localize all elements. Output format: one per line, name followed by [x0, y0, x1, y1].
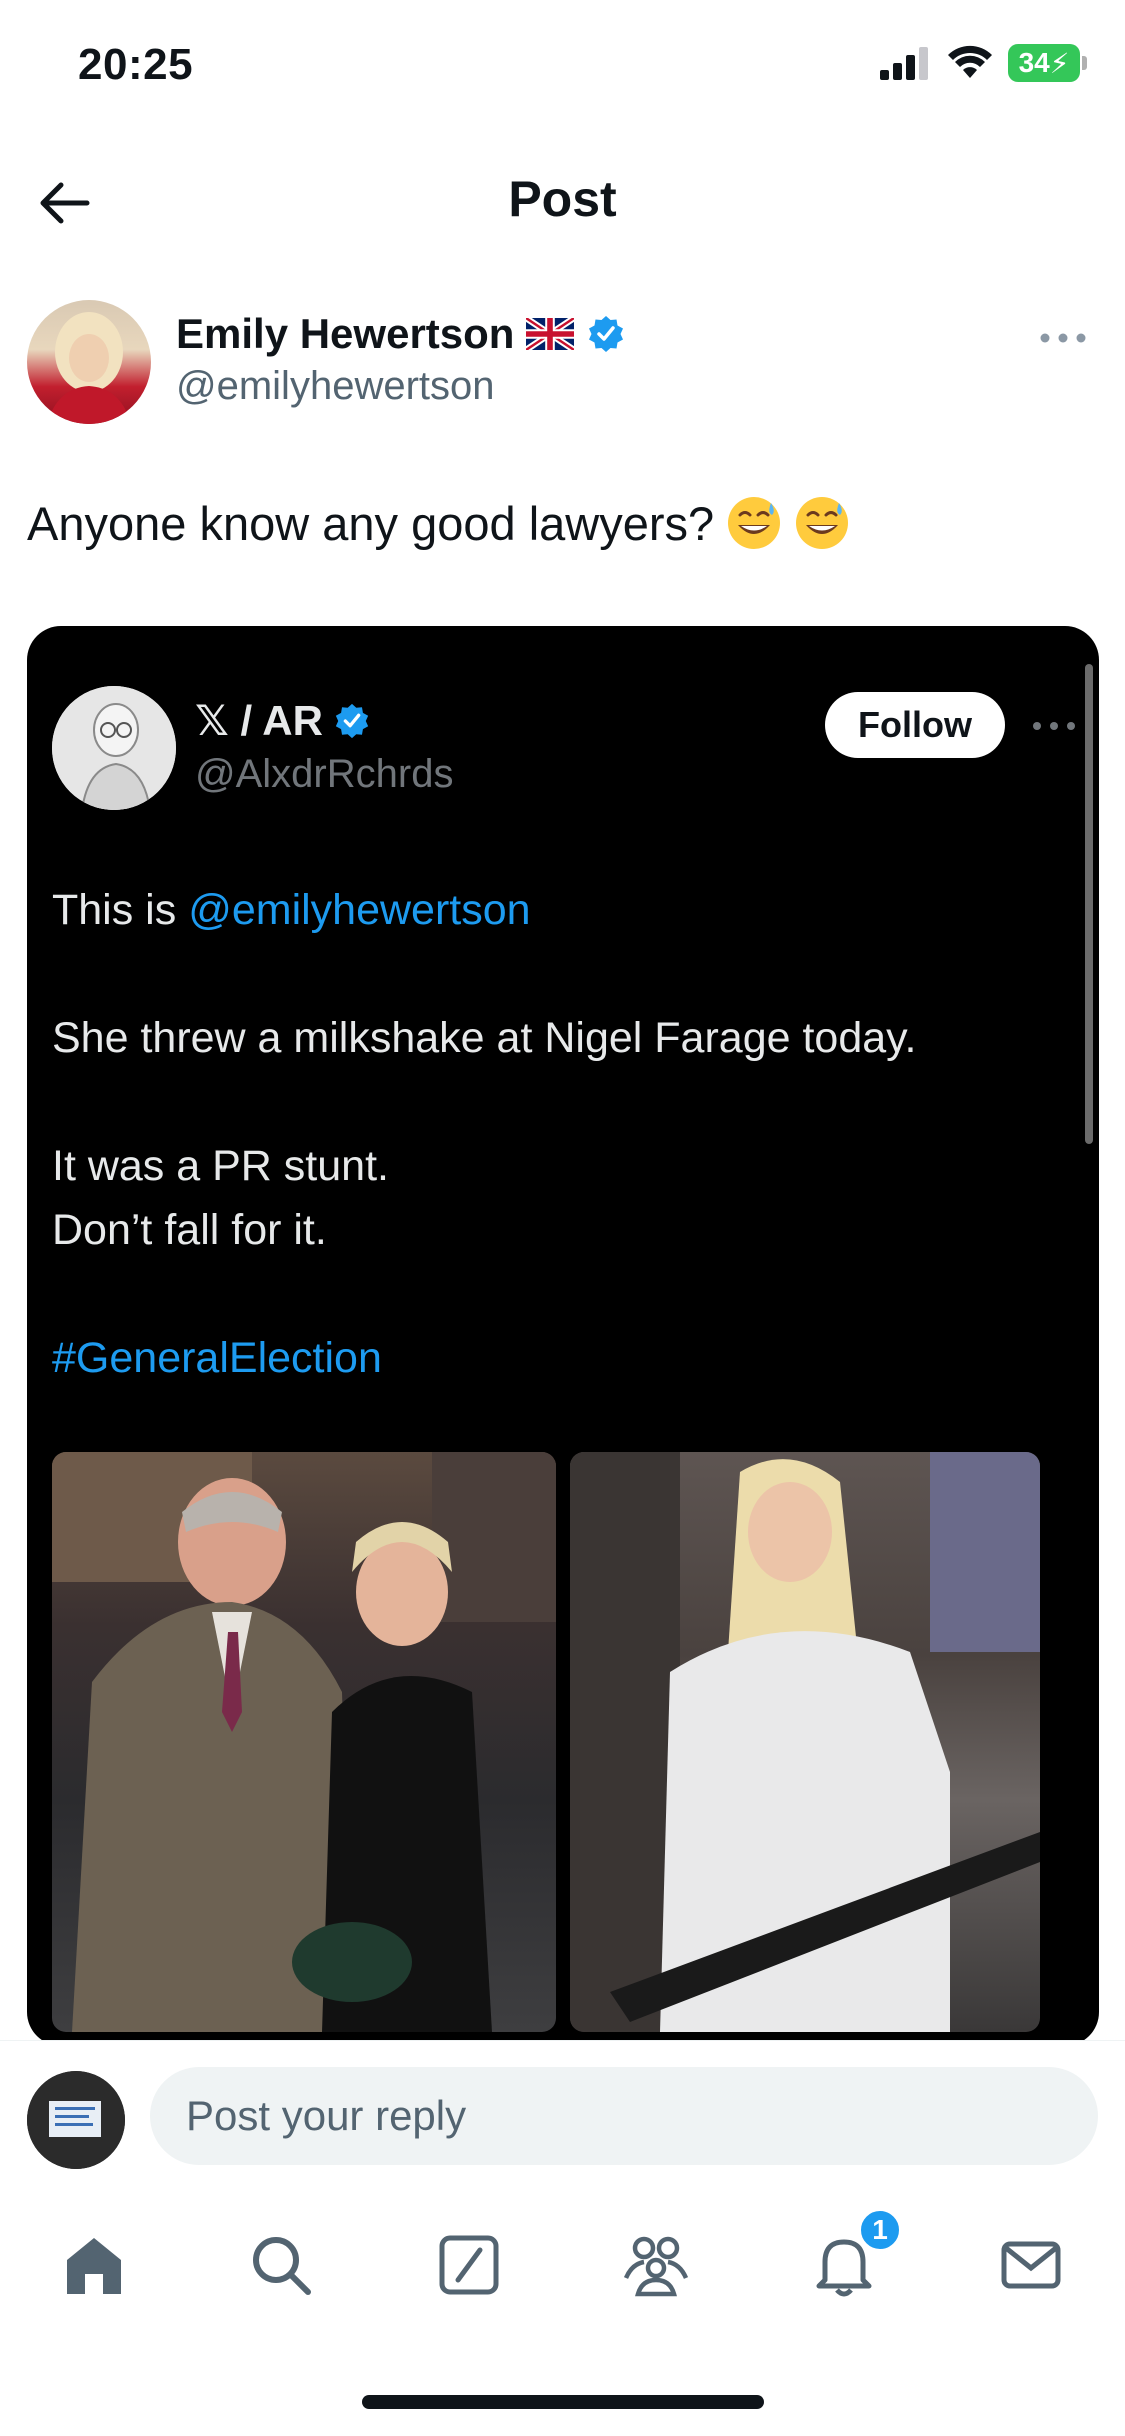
photo-woman-tracksuit	[570, 1452, 1040, 2032]
grinning-sweat-emoji-icon	[796, 497, 849, 549]
status-bar: 20:25 34 ⚡	[0, 0, 1125, 140]
author-block: Emily Hewertson @emilyhewertson	[176, 310, 626, 409]
more-dots-icon	[1033, 722, 1075, 730]
post-image-left[interactable]	[52, 1452, 556, 2032]
grinning-sweat-emoji-icon	[728, 497, 781, 549]
quoted-text-line-1: This is @emilyhewertson	[52, 886, 531, 935]
tab-grok[interactable]	[375, 2190, 563, 2340]
quoted-text-line-3: It was a PR stunt.	[52, 1142, 389, 1190]
author-handle[interactable]: @emilyhewertson	[176, 364, 626, 409]
tab-communities[interactable]	[563, 2190, 751, 2340]
battery-level: 34	[1018, 47, 1050, 78]
more-options-button[interactable]	[1033, 318, 1093, 358]
author-name[interactable]: Emily Hewertson	[176, 310, 514, 358]
author-avatar[interactable]	[27, 300, 151, 424]
page-title: Post	[508, 171, 617, 227]
search-icon	[253, 2237, 312, 2295]
post-text: Anyone know any good lawyers?	[27, 495, 850, 551]
follow-button[interactable]: Follow	[825, 692, 1005, 758]
notification-badge: 1	[858, 2208, 902, 2252]
quoted-author-handle[interactable]: @AlxdrRchrds	[195, 752, 453, 797]
quoted-author-avatar[interactable]	[52, 686, 176, 810]
quoted-text-line-2: She threw a milkshake at Nigel Farage to…	[52, 1014, 917, 1062]
wifi-icon	[948, 45, 992, 78]
quoted-more-options-button[interactable]	[1029, 714, 1079, 738]
grok-icon	[439, 2235, 499, 2295]
quoted-post-card[interactable]: 𝕏 / AR @AlxdrRchrds Follow This is @emil…	[27, 626, 1099, 2046]
cellular-signal-icon	[880, 47, 928, 80]
tab-notifications[interactable]: 1	[750, 2190, 938, 2340]
quoted-author-name[interactable]: 𝕏 / AR	[195, 696, 323, 745]
verified-badge-icon	[335, 703, 369, 738]
reply-placeholder: Post your reply	[186, 2092, 467, 2139]
tab-home[interactable]	[0, 2190, 188, 2340]
home-icon	[66, 2238, 121, 2294]
hashtag-link[interactable]: #GeneralElection	[52, 1334, 382, 1383]
current-user-avatar[interactable]	[27, 2071, 125, 2169]
avatar-photo	[47, 312, 131, 424]
bottom-tab-bar: 1	[0, 2190, 1125, 2340]
photo-farage-and-woman	[52, 1452, 556, 2032]
reply-input[interactable]: Post your reply	[150, 2067, 1098, 2165]
scrollbar[interactable]	[1085, 664, 1093, 1144]
uk-flag-icon	[526, 318, 575, 350]
status-time: 20:25	[78, 40, 194, 89]
quoted-text-line-4: Don’t fall for it.	[52, 1206, 327, 1254]
reply-bar: Post your reply	[0, 2040, 1125, 2190]
post-text-content: Anyone know any good lawyers?	[27, 496, 715, 550]
communities-icon	[624, 2236, 689, 2297]
home-indicator	[362, 2395, 764, 2409]
tab-search[interactable]	[188, 2190, 376, 2340]
more-dots-icon	[1040, 333, 1086, 343]
mention-link[interactable]: @emilyhewertson	[188, 886, 530, 934]
quoted-text-prefix: This is	[52, 886, 189, 934]
post-image-right[interactable]	[570, 1452, 1040, 2032]
verified-badge-icon	[589, 316, 624, 352]
battery-indicator: 34 ⚡	[1008, 44, 1087, 82]
avatar-photo	[27, 2071, 125, 2169]
tab-messages[interactable]	[938, 2190, 1125, 2340]
mail-icon	[1001, 2241, 1061, 2289]
status-icons: 34 ⚡	[880, 44, 1087, 82]
header: Post	[0, 150, 1125, 250]
avatar-sketch	[52, 686, 176, 810]
